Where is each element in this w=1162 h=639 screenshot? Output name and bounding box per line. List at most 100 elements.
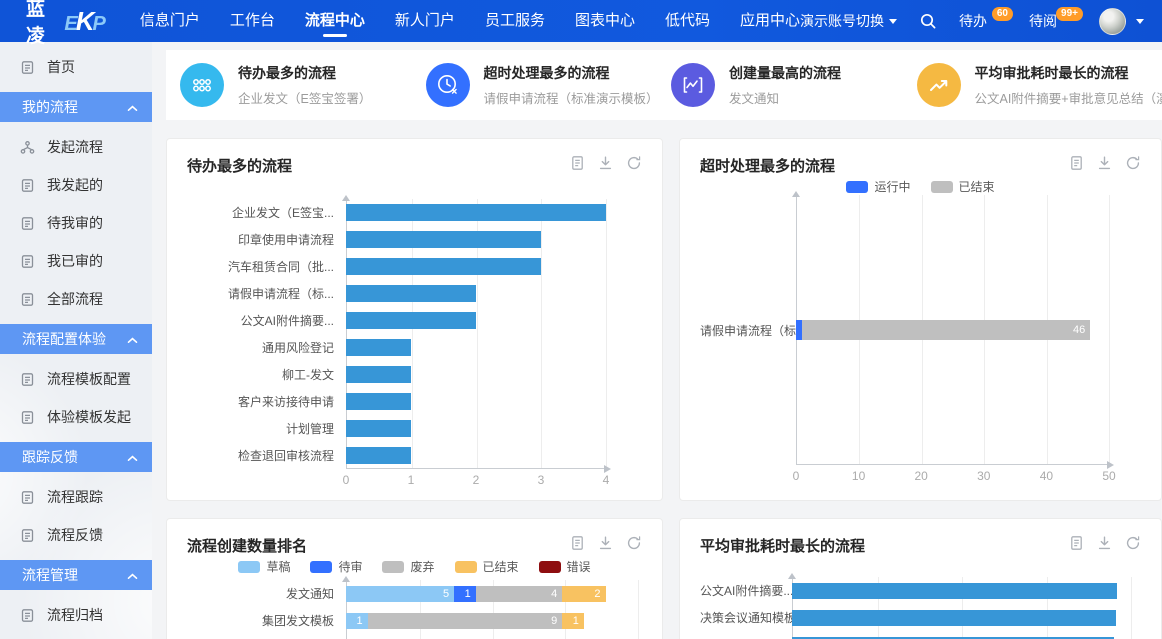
sidebar-item-initiate-process[interactable]: 发起流程 <box>0 128 152 166</box>
sidebar-item-process-template-config[interactable]: 流程模板配置 <box>0 360 152 398</box>
card-pending-most: 待办最多的流程 企业发文（E签宝...印章使用申请流程汽车租赁合同（批...请假… <box>166 138 663 501</box>
account-switcher[interactable]: 演示账号切换 <box>800 11 897 31</box>
sidebar-item-my-initiated[interactable]: 我发起的 <box>0 166 152 204</box>
stat-subtitle: 公文AI附件摘要+审批意见总结（演示... <box>975 88 1162 107</box>
chart-title: 待办最多的流程 <box>187 155 292 176</box>
sidebar-item-reviewed-by-me[interactable]: 我已审的 <box>0 242 152 280</box>
data-view-icon[interactable] <box>570 155 585 171</box>
toread-counter[interactable]: 待阅 99+ <box>1029 11 1077 31</box>
sidebar-section-process-management[interactable]: 流程管理 <box>0 560 152 590</box>
download-icon[interactable] <box>598 155 613 171</box>
bar <box>346 366 411 383</box>
sidebar-item-experience-template-initiate[interactable]: 体验模板发起 <box>0 398 152 436</box>
bar <box>346 393 411 410</box>
bar-row: 汽车租赁合同（批... <box>187 253 642 280</box>
chart-legend: 运行中 已结束 <box>700 178 1141 195</box>
chevron-down-icon[interactable] <box>1136 19 1144 28</box>
card-overtime-most: 超时处理最多的流程 运行中已结束 请假申请流程（标...460102030405… <box>679 138 1162 501</box>
sidebar-item-label: 首页 <box>47 57 75 77</box>
refresh-icon[interactable] <box>626 155 642 171</box>
sidebar-item-label: 流程反馈 <box>47 525 103 545</box>
nav-item-workbench[interactable]: 工作台 <box>230 0 275 42</box>
legend-item-草稿[interactable]: 草稿 <box>238 558 290 575</box>
nav-item-employee-services[interactable]: 员工服务 <box>485 0 545 42</box>
sidebar-item-process-feedback[interactable]: 流程反馈 <box>0 516 152 554</box>
legend-item-错误[interactable]: 错误 <box>539 558 591 575</box>
legend-item-已结束[interactable]: 已结束 <box>931 178 995 195</box>
sidebar-section-tracking-feedback[interactable]: 跟踪反馈 <box>0 442 152 472</box>
category-label: 计划管理 <box>187 420 346 437</box>
avatar[interactable] <box>1099 8 1126 35</box>
charts-grid: 待办最多的流程 企业发文（E签宝...印章使用申请流程汽车租赁合同（批...请假… <box>166 138 1162 639</box>
nav-item-app-center[interactable]: 应用中心 <box>740 0 800 42</box>
nav-item-chart-center[interactable]: 图表中心 <box>575 0 635 42</box>
nav-item-info-portal[interactable]: 信息门户 <box>140 0 200 42</box>
x-tick-label: 0 <box>793 469 800 483</box>
sidebar-item-label: 流程模板配置 <box>47 369 131 389</box>
data-view-icon[interactable] <box>570 535 585 551</box>
search-icon[interactable] <box>919 12 937 30</box>
sidebar-item-home[interactable]: 首页 <box>0 48 152 86</box>
brand-logo[interactable]: 蓝凌 EKP <box>26 0 106 48</box>
stat-subtitle: 企业发文（E签宝签署） <box>238 88 371 107</box>
download-icon[interactable] <box>598 535 613 551</box>
refresh-icon[interactable] <box>626 535 642 551</box>
bar-value-label: 1 <box>357 615 363 627</box>
sidebar-item-label: 我已审的 <box>47 251 103 271</box>
chart-rows: 公文AI附件摘要... 决策会议通知模板 <box>700 577 1141 639</box>
nav-item-newcomer-portal[interactable]: 新人门户 <box>395 0 455 42</box>
download-icon[interactable] <box>1097 535 1112 551</box>
bar-segment-废弃: 4 <box>476 586 563 602</box>
nav-item-low-code[interactable]: 低代码 <box>665 0 710 42</box>
bar-row: 检查退回审核流程 <box>187 442 642 469</box>
bar-row: 印章使用申请流程 <box>187 226 642 253</box>
legend-swatch <box>931 181 953 193</box>
bar-track: 191 <box>346 613 638 629</box>
category-label: 请假申请流程（标... <box>700 322 796 339</box>
main-content: 待办最多的流程企业发文（E签宝签署）超时处理最多的流程请假申请流程（标准演示模板… <box>152 42 1162 639</box>
x-tick-label: 4 <box>603 473 610 487</box>
chart-frame-icon <box>671 63 715 107</box>
doc-icon <box>20 292 35 307</box>
bar <box>346 420 411 437</box>
chart-plot: 发文通知5142集团发文模板191 <box>187 580 642 639</box>
category-label: 公文AI附件摘要... <box>700 582 792 599</box>
bar-track <box>346 393 606 410</box>
legend-item-待审[interactable]: 待审 <box>310 558 362 575</box>
legend-swatch <box>455 561 477 573</box>
x-tick-label: 2 <box>473 473 480 487</box>
x-axis-labels: 01020304050 <box>796 465 1109 485</box>
sidebar-item-all-processes[interactable]: 全部流程 <box>0 280 152 318</box>
bar-row: 请假申请流程（标... <box>187 280 642 307</box>
refresh-icon[interactable] <box>1125 155 1141 171</box>
bar-segment-草稿: 5 <box>346 586 454 602</box>
stat-text: 平均审批耗时最长的流程公文AI附件摘要+审批意见总结（演示... <box>975 63 1162 107</box>
data-view-icon[interactable] <box>1069 535 1084 551</box>
legend-swatch <box>846 181 868 193</box>
bar <box>346 339 411 356</box>
sidebar-section-my-process[interactable]: 我的流程 <box>0 92 152 122</box>
sidebar-section-process-config-experience[interactable]: 流程配置体验 <box>0 324 152 354</box>
download-icon[interactable] <box>1097 155 1112 171</box>
refresh-icon[interactable] <box>1125 535 1141 551</box>
bar-segment-废弃: 9 <box>368 613 563 629</box>
sidebar-item-process-archive[interactable]: 流程归档 <box>0 596 152 634</box>
stat-title: 平均审批耗时最长的流程 <box>975 63 1162 83</box>
legend-item-废弃[interactable]: 废弃 <box>382 558 434 575</box>
bar-track <box>346 231 606 248</box>
legend-swatch <box>539 561 561 573</box>
stat-text: 待办最多的流程企业发文（E签宝签署） <box>238 63 371 107</box>
sidebar-item-process-tracking[interactable]: 流程跟踪 <box>0 478 152 516</box>
bar-value-label: 4 <box>551 588 557 600</box>
x-tick-label: 30 <box>977 469 990 483</box>
x-tick-label: 50 <box>1102 469 1115 483</box>
data-view-icon[interactable] <box>1069 155 1084 171</box>
sidebar-item-awaiting-my-review[interactable]: 待我审的 <box>0 204 152 242</box>
todo-counter[interactable]: 待办 60 <box>959 11 1007 31</box>
category-label: 印章使用申请流程 <box>187 231 346 248</box>
sidebar-section-label: 流程配置体验 <box>22 329 106 349</box>
nav-item-process-center[interactable]: 流程中心 <box>305 0 365 42</box>
legend-item-已结束[interactable]: 已结束 <box>455 558 519 575</box>
bar-row: 决策会议通知模板 <box>700 604 1141 631</box>
legend-item-运行中[interactable]: 运行中 <box>846 178 910 195</box>
